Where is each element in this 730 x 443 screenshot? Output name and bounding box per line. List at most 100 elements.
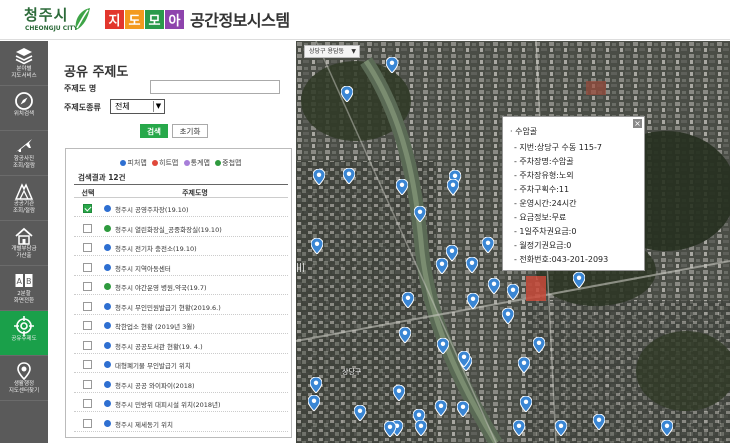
table-row[interactable]: 청주시 전기차 충전소(19.10) (74, 239, 288, 256)
row-checkbox[interactable] (83, 399, 92, 408)
map-marker-icon[interactable] (457, 350, 471, 368)
row-name[interactable]: 청주시 지역아동센터 (115, 263, 171, 273)
map-marker-icon[interactable] (435, 257, 449, 275)
map-marker-icon[interactable] (456, 400, 470, 418)
row-checkbox[interactable] (83, 321, 92, 330)
table-row[interactable]: 청주시 공공 와이파이(2018) (74, 376, 288, 393)
sidebar-item-shared-theme[interactable]: 공유주제도 (0, 311, 48, 356)
table-row[interactable]: 착한업소 현황 (2019년 3월) (74, 317, 288, 334)
map-marker-icon[interactable] (312, 168, 326, 186)
legend-label: 히트맵 (159, 159, 179, 167)
row-name[interactable]: 청주시 공영주차장(19.10) (115, 204, 189, 214)
table-row[interactable]: 청주시 야간운영 병원,약국(19.7) (74, 278, 288, 295)
sidebar-item-charge-calc[interactable]: 개별부담금 가산출 (0, 221, 48, 266)
map-marker-icon[interactable] (465, 256, 479, 274)
map-marker-icon[interactable] (342, 167, 356, 185)
sidebar-item-aerial-photo[interactable]: 항공사진 조회/절람 (0, 131, 48, 176)
table-row[interactable]: 청주시 열린화장실_공중화장실(19.10) (74, 220, 288, 237)
row-name[interactable]: 청주시 야간운영 병원,약국(19.7) (115, 282, 207, 292)
brand-char: 아 (165, 9, 184, 29)
map-marker-icon[interactable] (501, 307, 515, 325)
map-marker-icon[interactable] (310, 237, 324, 255)
map-marker-icon[interactable] (519, 395, 533, 413)
table-row[interactable]: 청주시 무인민원발급기 현황(2019.6.) (74, 298, 288, 315)
sidebar-item-split-screen[interactable]: AB 2분할 화면전환 (0, 266, 48, 311)
sidebar-item-public-agency[interactable]: 공공기관 조회/절람 (0, 176, 48, 221)
row-checkbox[interactable] (83, 282, 92, 291)
map-marker-icon[interactable] (353, 404, 367, 422)
reset-button[interactable]: 초기화 (172, 124, 208, 138)
map-marker-icon[interactable] (413, 205, 427, 223)
map-marker-icon[interactable] (401, 291, 415, 309)
city-logo[interactable]: 청주시 CHEONGJU CITY (24, 4, 94, 36)
table-row[interactable]: 청주시 지역아동센터 (74, 259, 288, 276)
row-name[interactable]: 청주시 열린화장실_공중화장실(19.10) (115, 224, 222, 234)
map-marker-icon[interactable] (309, 376, 323, 394)
map-marker-icon[interactable] (487, 277, 501, 295)
search-button[interactable]: 검색 (140, 124, 168, 138)
map-marker-icon[interactable] (466, 292, 480, 310)
map-marker-icon[interactable] (554, 419, 568, 437)
sidebar-item-label: 항공사진 조회/절람 (12, 156, 36, 169)
legend-dot (215, 160, 222, 166)
row-name[interactable]: 청주시 민방위 대피시설 위치(2018년) (115, 399, 221, 409)
row-checkbox[interactable] (83, 262, 92, 272)
row-checkbox[interactable] (83, 204, 92, 213)
map-marker-icon[interactable] (395, 178, 409, 196)
row-checkbox[interactable] (83, 243, 92, 252)
building-icon (14, 183, 34, 200)
map-marker-icon[interactable] (436, 337, 450, 355)
brand-text: 공간정보시스템 (190, 11, 290, 30)
map-marker-icon[interactable] (392, 384, 406, 402)
map-marker-icon[interactable] (446, 178, 460, 196)
sidebar-item-admin-center[interactable]: 생활행정 지도센터찾기 (0, 356, 48, 401)
row-name[interactable]: 청주시 전기차 충전소(19.10) (115, 243, 197, 253)
row-name[interactable]: 대형폐기물 무인발급기 위치 (115, 360, 191, 370)
map-type-dot (104, 263, 111, 271)
map-marker-icon[interactable] (572, 271, 586, 289)
map-marker-icon[interactable] (385, 56, 399, 74)
popup-line: - 주차장유형:노외 (514, 171, 574, 180)
table-row[interactable]: 청주시 공영주차장(19.10) (74, 200, 288, 217)
region-select[interactable]: 상당구 용담동 ▼ (304, 45, 360, 58)
theme-name-input[interactable] (150, 80, 280, 94)
row-checkbox[interactable] (83, 301, 92, 311)
table-row[interactable]: 청주시 민방위 대피시설 위치(2018년) (74, 395, 288, 412)
table-row[interactable]: 청주시 공공도서관 현황(19. 4.) (74, 337, 288, 354)
row-name[interactable]: 청주시 공공도서관 현황(19. 4.) (115, 341, 203, 351)
sidebar-item-label: 공공기관 조회/절람 (12, 201, 36, 214)
theme-type-select[interactable]: 전체 ▼ (110, 99, 165, 114)
sidebar-item-location-search[interactable]: 위치검색 (0, 86, 48, 131)
map-type-dot (104, 205, 111, 212)
row-checkbox[interactable] (83, 379, 92, 389)
map-marker-icon[interactable] (481, 236, 495, 254)
row-name[interactable]: 착한업소 현황 (2019년 3월) (115, 321, 195, 331)
row-name[interactable]: 청주시 제세동기 위치 (115, 419, 173, 429)
map-marker-icon[interactable] (434, 399, 448, 417)
map-marker-icon[interactable] (660, 419, 674, 437)
map-marker-icon[interactable] (414, 419, 428, 437)
brand-title[interactable]: 지 도 모 아 공간정보시스템 (105, 8, 290, 30)
map-marker-icon[interactable] (340, 85, 354, 103)
row-checkbox[interactable] (83, 360, 92, 369)
row-checkbox[interactable] (83, 223, 92, 233)
map-marker-icon[interactable] (398, 326, 412, 344)
table-row[interactable]: 청주시 제세동기 위치 (74, 415, 288, 432)
map-marker-icon[interactable] (592, 413, 606, 431)
map-marker-icon[interactable] (532, 336, 546, 354)
map-marker-icon[interactable] (383, 420, 397, 438)
map-marker-icon[interactable] (506, 283, 520, 301)
table-row[interactable]: 대형폐기물 무인발급기 위치 (74, 356, 288, 373)
target-icon (14, 316, 34, 336)
row-checkbox[interactable] (83, 418, 92, 428)
map-marker-icon[interactable] (307, 394, 321, 412)
row-name[interactable]: 청주시 무인민원발급기 현황(2019.6.) (115, 302, 221, 312)
map-view[interactable]: 상당구 용담동 ▼ ||| 상당구 × · 수암골 - 지번:상당구 수동 11… (296, 41, 730, 443)
row-name[interactable]: 청주시 공공 와이파이(2018) (115, 380, 195, 390)
sidebar-item-field-map[interactable]: 분야별 지도서비스 (0, 41, 48, 86)
map-marker-icon[interactable] (512, 419, 526, 437)
map-marker-icon[interactable] (517, 356, 531, 374)
row-checkbox[interactable] (83, 340, 92, 350)
close-icon[interactable]: × (633, 119, 642, 128)
panel-toggle-handle[interactable]: ||| (296, 259, 305, 277)
